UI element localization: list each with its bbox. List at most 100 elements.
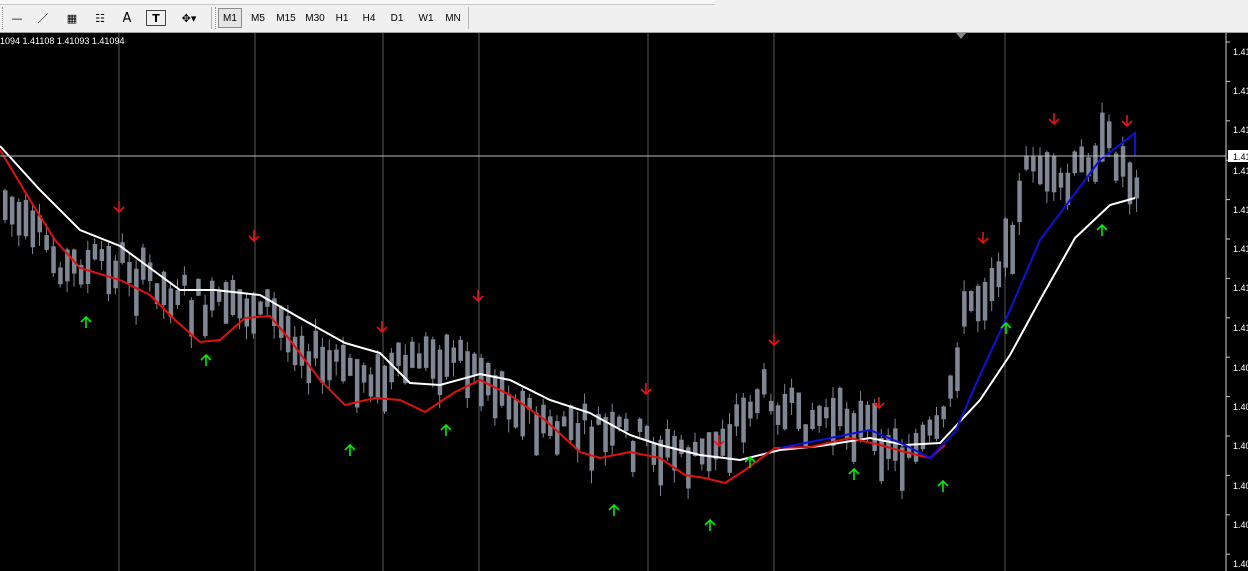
timeframe-m30-button[interactable]: M30	[302, 8, 328, 28]
price-label: 1.41	[1233, 244, 1248, 254]
candle-body	[147, 262, 153, 282]
candle-body	[99, 249, 105, 261]
text-tool-icon[interactable]: A	[117, 7, 137, 29]
candle-body	[451, 347, 456, 363]
candle-body	[1038, 155, 1043, 185]
equidistant-channel-icon[interactable]: ▦	[61, 7, 83, 29]
candle-body	[106, 245, 111, 295]
candle-body	[741, 397, 746, 443]
timeframe-mn-button[interactable]: MN	[441, 8, 465, 28]
candle-body	[472, 353, 477, 375]
trendline-icon[interactable]: ／	[34, 7, 52, 29]
candle-body	[313, 330, 318, 359]
price-label: 1.40	[1233, 520, 1248, 530]
candle-body	[1120, 146, 1126, 177]
candle-body	[437, 349, 443, 396]
candle-body	[175, 290, 180, 306]
candle-body	[817, 405, 822, 426]
candle-body	[617, 416, 622, 428]
toolbar-grip[interactable]	[2, 7, 6, 29]
candle-body	[1024, 155, 1029, 170]
candle-body	[458, 339, 463, 361]
candle-body	[658, 439, 663, 486]
candle-body	[1134, 177, 1140, 199]
candle-body	[410, 341, 415, 368]
candle-body	[334, 349, 339, 362]
candle-body	[672, 436, 677, 471]
price-label: 1.41	[1233, 125, 1248, 135]
horizontal-line-icon[interactable]: —	[8, 7, 26, 29]
candle-body	[893, 428, 898, 461]
candle-body	[1003, 218, 1008, 268]
candle-body	[127, 262, 132, 283]
text-label-icon[interactable]: T	[146, 10, 166, 26]
candle-body	[1107, 121, 1112, 149]
price-label: 1.40	[1233, 441, 1248, 451]
price-label: 1.41	[1233, 166, 1248, 176]
candle-body	[292, 336, 298, 366]
candle-body	[989, 268, 995, 302]
candle-body	[92, 243, 98, 260]
candle-body	[9, 196, 15, 225]
candle-body	[320, 346, 325, 383]
candle-body	[465, 351, 470, 399]
candle-body	[810, 409, 815, 429]
candle-body	[637, 418, 643, 433]
timeframe-w1-button[interactable]: W1	[414, 8, 438, 28]
toolbar-separator	[468, 7, 469, 29]
candle-body	[630, 441, 636, 473]
candle-body	[182, 274, 187, 286]
candle-body	[120, 242, 125, 263]
candle-body	[1058, 172, 1064, 188]
candle-body	[900, 447, 905, 491]
candle-body	[361, 365, 367, 383]
candle-body	[85, 249, 91, 285]
candle-body	[520, 390, 525, 437]
price-chart[interactable]: 1.41 1.41 1.41 1.41 1.41 1.41 1.41 1.41 …	[0, 33, 1248, 571]
candle-body	[299, 335, 305, 366]
timeframe-h1-button[interactable]: H1	[331, 8, 353, 28]
price-label: 1.41	[1233, 323, 1248, 333]
timeframe-m15-button[interactable]: M15	[273, 8, 299, 28]
candle-body	[258, 301, 263, 315]
timeframe-m1-button[interactable]: M1	[218, 8, 242, 28]
fibonacci-icon[interactable]: ☷	[90, 7, 110, 29]
candle-body	[327, 350, 332, 381]
candle-body	[423, 336, 429, 368]
candle-body	[244, 298, 249, 327]
candle-body	[955, 347, 960, 392]
candle-body	[382, 365, 387, 412]
candle-body	[555, 421, 560, 455]
candle-body	[796, 392, 801, 429]
candle-body	[748, 401, 753, 419]
candle-body	[534, 412, 539, 456]
candle-body	[644, 426, 650, 441]
candle-body	[982, 281, 988, 321]
candle-body	[969, 290, 974, 311]
price-label: 1.40	[1233, 559, 1248, 569]
candle-body	[575, 423, 581, 451]
candle-body	[948, 375, 953, 399]
candle-body	[789, 387, 795, 403]
candle-body	[375, 354, 381, 398]
candle-body	[354, 359, 360, 408]
price-label: 1.41	[1233, 86, 1248, 96]
candle-body	[251, 294, 256, 334]
candle-body	[706, 432, 712, 472]
candle-body	[679, 439, 684, 454]
candle-body	[513, 399, 519, 428]
price-label: 1.41	[1233, 283, 1248, 293]
candle-body	[824, 407, 829, 419]
candle-body	[417, 353, 422, 369]
candle-body	[279, 306, 284, 338]
candle-body	[975, 285, 981, 322]
chart-background	[0, 33, 1248, 571]
candle-body	[134, 268, 139, 316]
candle-body	[230, 280, 236, 315]
timeframe-m5-button[interactable]: M5	[246, 8, 270, 28]
candle-body	[486, 363, 491, 396]
timeframe-d1-button[interactable]: D1	[386, 8, 408, 28]
candle-body	[196, 278, 201, 296]
timeframe-h4-button[interactable]: H4	[357, 8, 381, 28]
arrows-dropdown-icon[interactable]: ✥▾	[174, 7, 204, 29]
